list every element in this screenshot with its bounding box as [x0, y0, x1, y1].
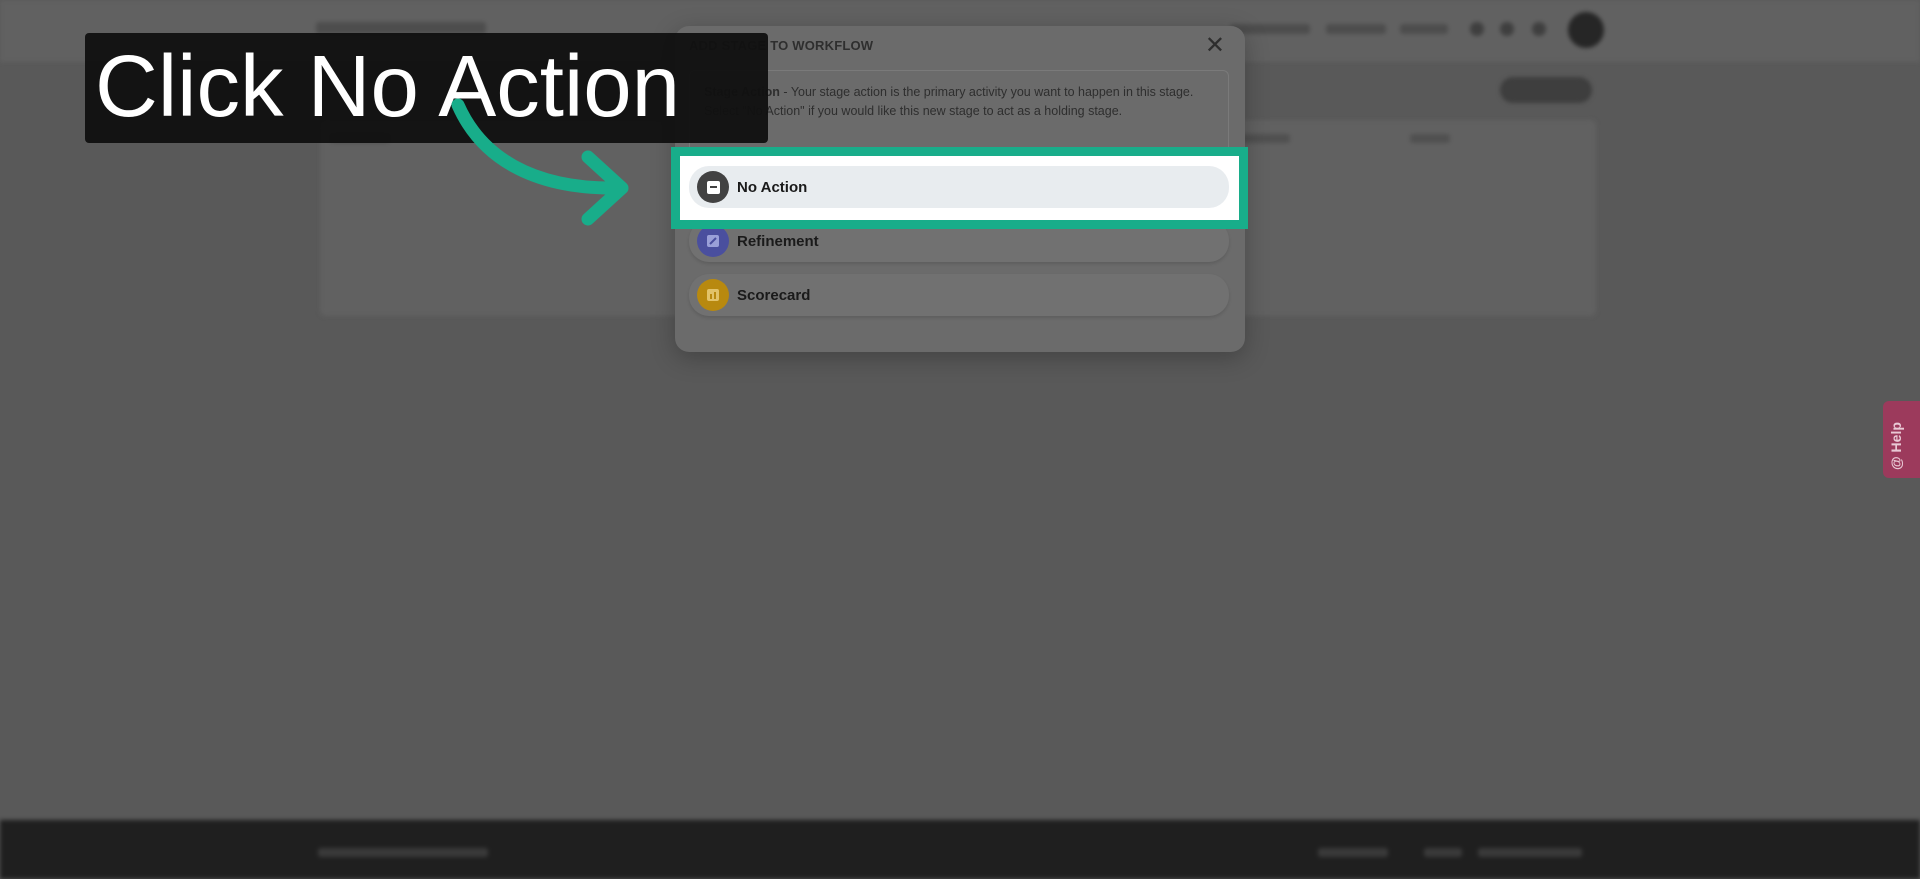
close-icon[interactable]: ✕ — [1205, 34, 1225, 58]
edit-icon — [697, 225, 729, 257]
footer-link — [1318, 848, 1388, 857]
option-label: Refinement — [737, 232, 819, 250]
background-button — [1500, 77, 1592, 103]
option-label: No Action — [737, 178, 808, 196]
gear-icon — [1532, 22, 1546, 36]
footer-link — [1478, 848, 1582, 857]
nav-icon — [1470, 22, 1484, 36]
column-header — [1410, 134, 1450, 143]
footer-text — [318, 848, 488, 857]
avatar — [1568, 12, 1604, 48]
nav-item — [1400, 24, 1448, 34]
footer — [0, 820, 1920, 879]
column-header — [1240, 134, 1290, 143]
minus-square-icon — [697, 171, 729, 203]
option-scorecard[interactable]: Scorecard — [689, 274, 1229, 316]
option-no-action[interactable]: No Action — [689, 166, 1229, 208]
bar-chart-icon — [697, 279, 729, 311]
nav-item — [1326, 24, 1386, 34]
footer-link — [1424, 848, 1462, 857]
bell-icon — [1500, 22, 1514, 36]
option-label: Scorecard — [737, 286, 811, 304]
callout-arrow-icon — [451, 98, 629, 226]
help-label: @ Help — [1888, 422, 1904, 470]
at-icon: @ — [1888, 452, 1904, 470]
stage-action-description: Stage Action - Your stage action is the … — [689, 70, 1229, 154]
